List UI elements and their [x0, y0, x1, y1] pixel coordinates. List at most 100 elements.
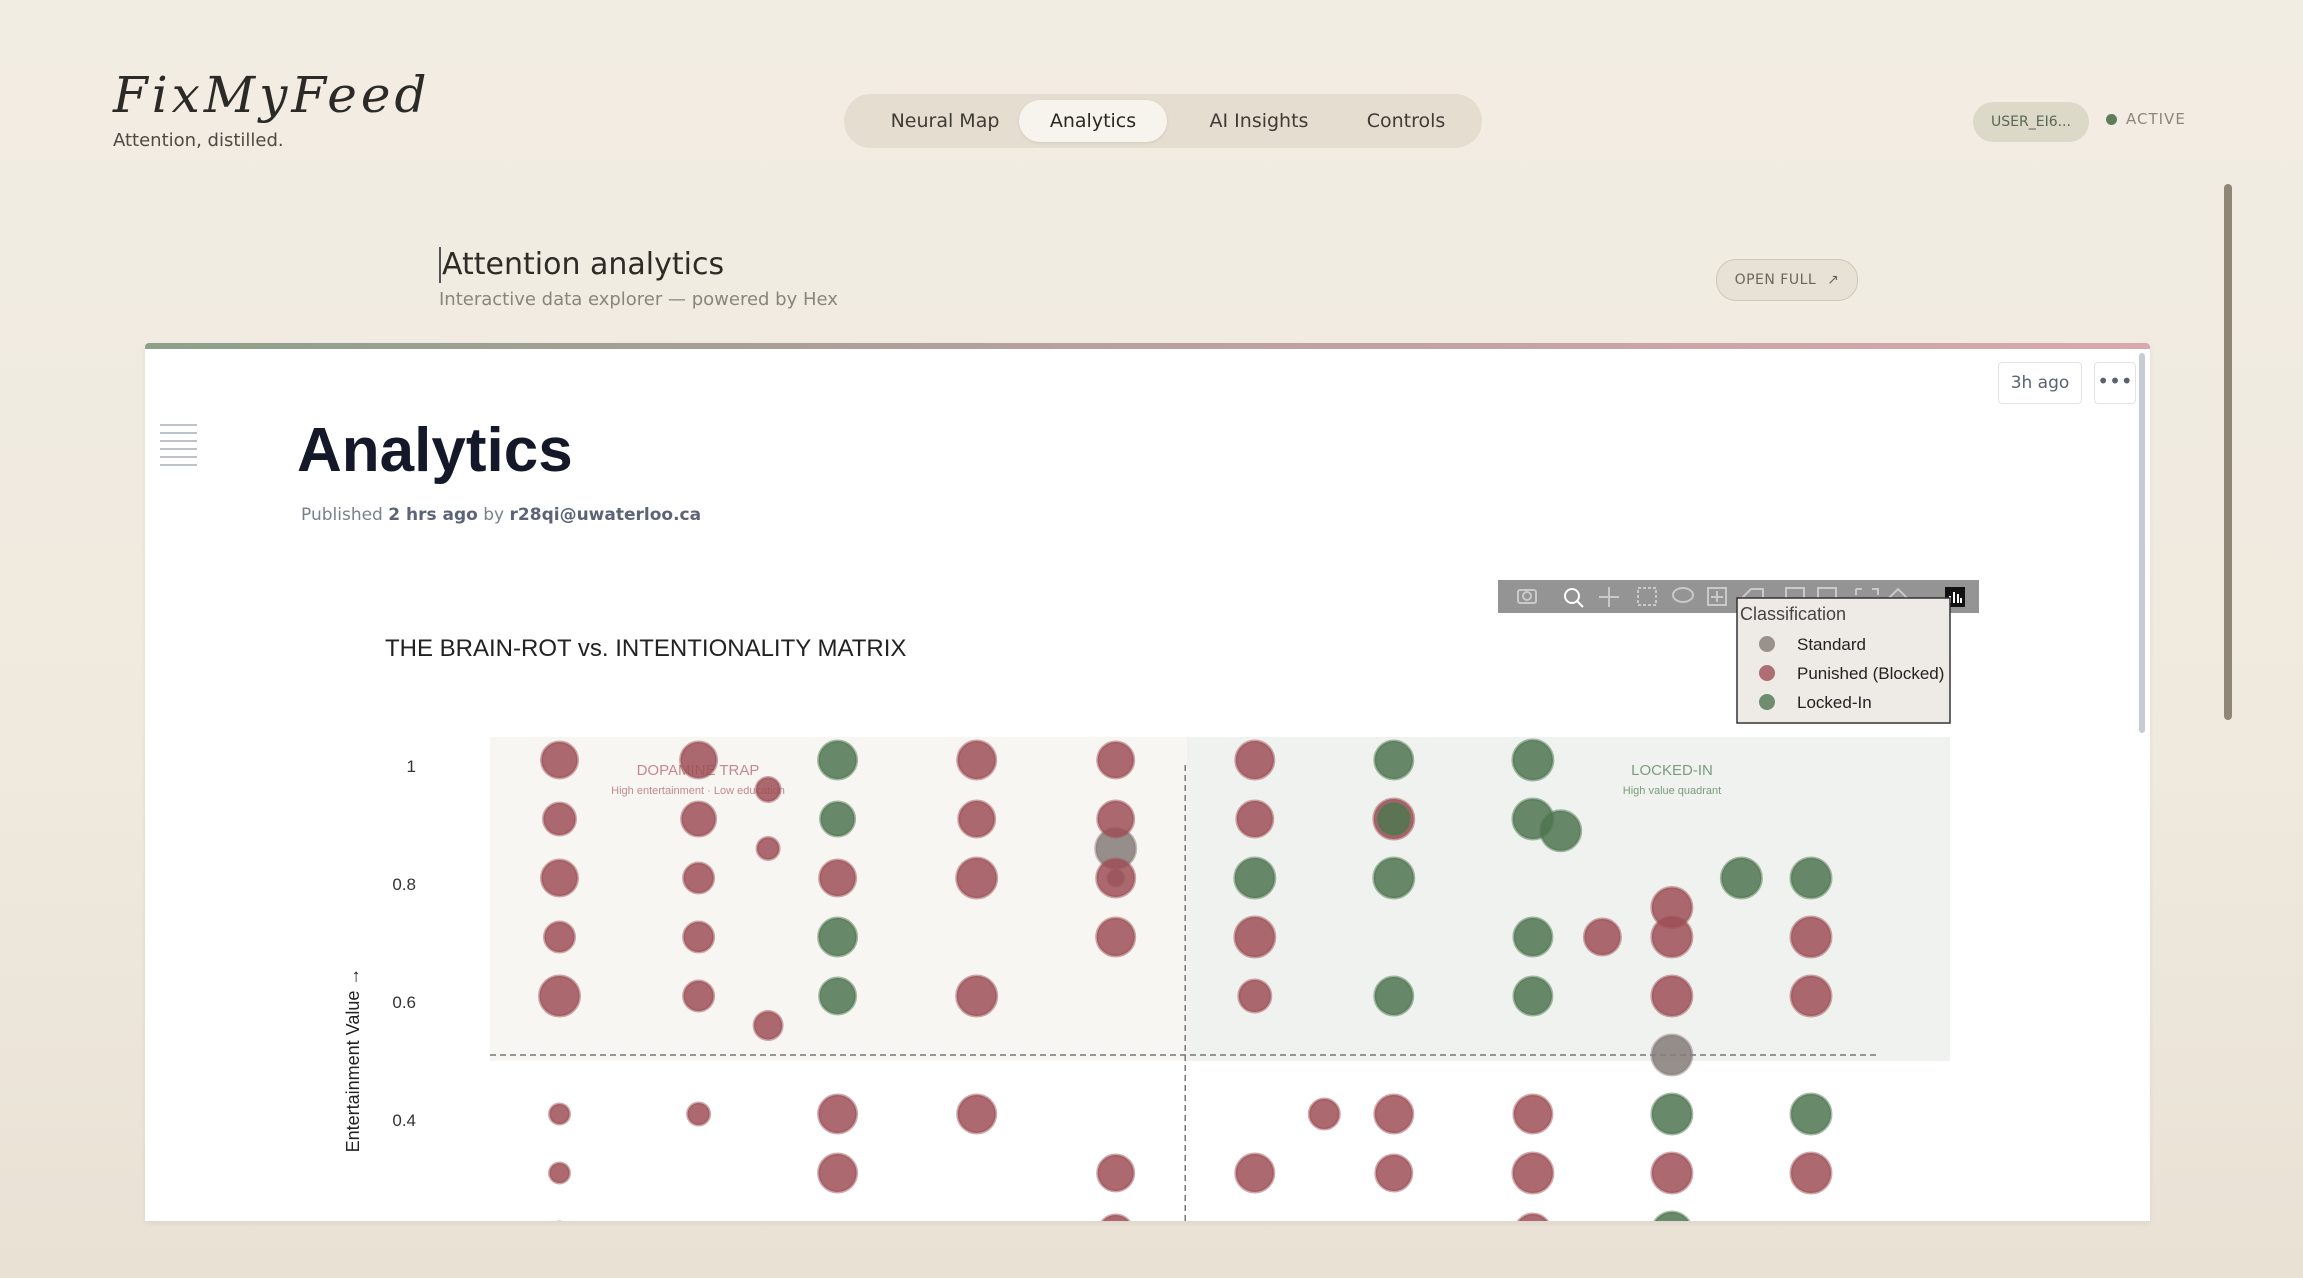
- data-point-punished-blocked[interactable]: [817, 1152, 859, 1194]
- data-point-locked-in[interactable]: [1373, 739, 1415, 781]
- data-point-punished-blocked[interactable]: [686, 1101, 712, 1127]
- brand: FixMyFeed Attention, distilled.: [113, 70, 430, 151]
- data-point-punished-blocked[interactable]: [1096, 799, 1136, 839]
- data-point-punished-blocked[interactable]: [955, 856, 999, 900]
- data-point-punished-blocked[interactable]: [755, 836, 781, 861]
- data-point-punished-blocked[interactable]: [1374, 1153, 1414, 1193]
- data-point-punished-blocked[interactable]: [1096, 740, 1136, 780]
- data-point-punished-blocked[interactable]: [1099, 1213, 1133, 1221]
- data-point-locked-in[interactable]: [1233, 856, 1277, 900]
- section-subtitle: Interactive data explorer — powered by H…: [439, 289, 838, 310]
- data-point-locked-in[interactable]: [1373, 975, 1415, 1017]
- data-point-punished-blocked[interactable]: [682, 920, 716, 954]
- data-point-punished-blocked[interactable]: [542, 801, 577, 837]
- data-point-locked-in[interactable]: [1512, 975, 1554, 1017]
- user-id-badge[interactable]: USER_EI6...: [1973, 102, 2089, 142]
- data-point-locked-in[interactable]: [819, 800, 857, 838]
- data-point-punished-blocked[interactable]: [543, 920, 576, 954]
- legend-marker[interactable]: [1759, 694, 1775, 710]
- status-dot-icon: [2106, 114, 2117, 125]
- y-tick-label: 1: [407, 757, 416, 776]
- data-point-punished-blocked[interactable]: [1307, 1097, 1341, 1131]
- data-point-locked-in[interactable]: [1719, 856, 1763, 900]
- data-point-punished-blocked[interactable]: [957, 799, 997, 839]
- locked-in-quadrant: [1187, 737, 1950, 1061]
- y-axis-label: Entertainment Value →: [343, 968, 363, 1153]
- data-point-punished-blocked[interactable]: [1515, 1212, 1551, 1221]
- data-point-punished-blocked[interactable]: [1095, 916, 1137, 958]
- data-point-locked-in[interactable]: [1652, 1210, 1692, 1221]
- data-point-punished-blocked[interactable]: [1511, 1151, 1555, 1195]
- data-point-punished-blocked[interactable]: [1235, 799, 1275, 839]
- legend-title: Classification: [1740, 604, 1846, 624]
- data-point-punished-blocked[interactable]: [818, 858, 858, 898]
- data-point-punished-blocked[interactable]: [1650, 1151, 1694, 1195]
- data-point-punished-blocked[interactable]: [548, 1161, 571, 1185]
- data-point-punished-blocked[interactable]: [752, 1010, 784, 1041]
- data-point-punished-blocked[interactable]: [1650, 974, 1694, 1018]
- tab-neural-map[interactable]: Neural Map: [864, 100, 1026, 142]
- legend-label[interactable]: Punished (Blocked): [1797, 664, 1944, 683]
- data-point-punished-blocked[interactable]: [955, 974, 999, 1018]
- data-point-punished-blocked[interactable]: [1582, 917, 1622, 957]
- data-point-punished-blocked[interactable]: [817, 1093, 859, 1135]
- data-point-punished-blocked[interactable]: [1789, 1151, 1833, 1195]
- legend-marker[interactable]: [1759, 636, 1775, 652]
- open-full-label: OPEN FULL: [1734, 272, 1817, 288]
- data-point-punished-blocked[interactable]: [538, 974, 581, 1018]
- data-point-locked-in[interactable]: [1512, 916, 1554, 958]
- data-point-punished-blocked[interactable]: [956, 1093, 998, 1135]
- data-point-punished-blocked[interactable]: [1234, 739, 1276, 781]
- tab-controls[interactable]: Controls: [1341, 100, 1471, 142]
- data-point-locked-in[interactable]: [1789, 1092, 1833, 1136]
- data-point-punished-blocked[interactable]: [540, 740, 579, 780]
- scatter-chart: THE BRAIN-ROT vs. INTENTIONALITY MATRIX …: [343, 580, 1979, 1221]
- data-point-punished-blocked[interactable]: [754, 776, 782, 803]
- data-point-punished-blocked[interactable]: [1789, 915, 1833, 959]
- app-tagline: Attention, distilled.: [113, 130, 284, 151]
- open-full-button[interactable]: OPEN FULL ↗: [1716, 259, 1858, 301]
- data-point-punished-blocked[interactable]: [1650, 915, 1694, 959]
- data-point-punished-blocked[interactable]: [682, 861, 716, 895]
- data-point-punished-blocked[interactable]: [540, 858, 579, 898]
- chart-title: THE BRAIN-ROT vs. INTENTIONALITY MATRIX: [385, 635, 906, 662]
- tab-ai-insights[interactable]: AI Insights: [1178, 100, 1340, 142]
- main-nav: Neural Map Analytics AI Insights Control…: [844, 94, 1482, 148]
- data-point-punished-blocked[interactable]: [679, 740, 719, 780]
- quadrant-sublabel-locked-in: High value quadrant: [1623, 785, 1721, 797]
- data-point-locked-in[interactable]: [1372, 856, 1416, 900]
- chart-legend: Classification Standard Punished (Blocked…: [1736, 597, 1951, 724]
- data-point-locked-in[interactable]: [818, 976, 858, 1016]
- legend-label[interactable]: Standard: [1797, 635, 1866, 654]
- legend-marker[interactable]: [1759, 665, 1775, 681]
- quadrant-label-locked-in: LOCKED-IN: [1631, 762, 1713, 779]
- y-tick-label: 0.8: [392, 875, 416, 894]
- data-point-locked-in[interactable]: [1650, 1092, 1694, 1136]
- data-point-standard[interactable]: [1650, 1033, 1694, 1077]
- data-point-punished-blocked[interactable]: [680, 800, 718, 838]
- y-tick-label: 0.6: [392, 993, 416, 1012]
- data-point-punished-blocked[interactable]: [1373, 1093, 1415, 1135]
- data-point-punished-blocked[interactable]: [548, 1102, 571, 1126]
- app-logo[interactable]: FixMyFeed: [113, 70, 430, 120]
- data-point-locked-in[interactable]: [1539, 809, 1583, 853]
- data-point-locked-in[interactable]: [817, 739, 859, 781]
- data-point-punished-blocked[interactable]: [956, 739, 998, 781]
- data-point-locked-in[interactable]: [1511, 738, 1555, 782]
- legend-label[interactable]: Locked-In: [1797, 693, 1872, 712]
- data-point-punished-blocked[interactable]: [1234, 1152, 1276, 1194]
- data-point-punished-blocked[interactable]: [682, 979, 716, 1013]
- data-point-punished-blocked[interactable]: [1237, 978, 1273, 1014]
- data-point-punished-blocked[interactable]: [1233, 915, 1277, 959]
- data-point-punished-blocked[interactable]: [1789, 974, 1833, 1018]
- data-point-punished-blocked[interactable]: [1096, 1153, 1136, 1193]
- status-indicator: ACTIVE: [2106, 110, 2186, 128]
- y-tick-label: 0.4: [392, 1111, 416, 1130]
- data-point-locked-in[interactable]: [1376, 801, 1412, 837]
- page-scrollbar[interactable]: [2224, 184, 2232, 720]
- tab-analytics[interactable]: Analytics: [1019, 100, 1167, 142]
- data-point-punished-blocked[interactable]: [1512, 1093, 1554, 1135]
- data-point-locked-in[interactable]: [817, 916, 859, 958]
- data-point-locked-in[interactable]: [1789, 856, 1833, 900]
- data-point-punished-blocked[interactable]: [1095, 857, 1137, 899]
